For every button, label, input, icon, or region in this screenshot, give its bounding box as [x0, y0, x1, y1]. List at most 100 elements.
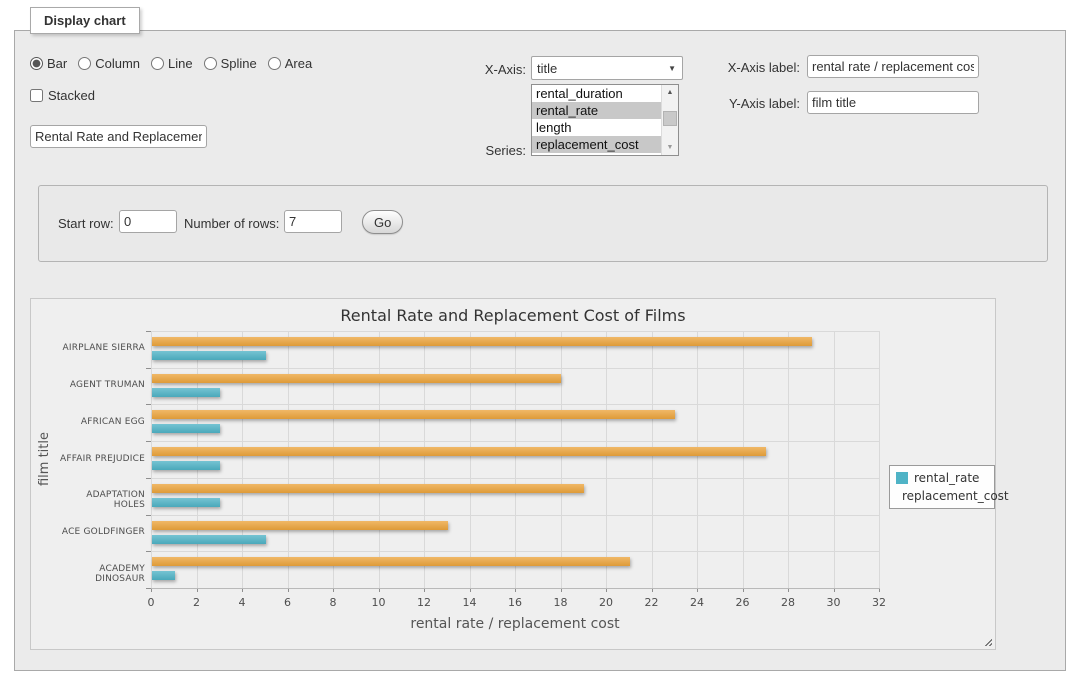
scroll-up-icon[interactable]: ▲: [662, 85, 678, 100]
bar-replacement_cost[interactable]: [152, 374, 561, 383]
x-tick-label: 8: [313, 596, 353, 609]
series-option-rental_rate[interactable]: rental_rate: [532, 102, 661, 119]
chart-type-radio-spline[interactable]: [204, 57, 217, 70]
x-gridline: [242, 331, 243, 588]
legend-swatch: [896, 472, 908, 484]
start-row-input[interactable]: [119, 210, 177, 233]
x-axis-selected-value: title: [537, 61, 557, 76]
x-gridline: [788, 331, 789, 588]
y-tick: [146, 368, 151, 369]
chart-type-option-area[interactable]: Area: [268, 56, 312, 71]
chart-type-option-spline[interactable]: Spline: [204, 56, 257, 71]
chart-type-option-label: Spline: [221, 56, 257, 71]
bar-replacement_cost[interactable]: [152, 447, 766, 456]
chart-type-option-bar[interactable]: Bar: [30, 56, 67, 71]
x-tick-label: 30: [814, 596, 854, 609]
y-tick: [146, 441, 151, 442]
go-button[interactable]: Go: [362, 210, 403, 234]
legend-item-replacement_cost[interactable]: replacement_cost: [896, 489, 990, 503]
y-gridline: [151, 478, 879, 479]
x-tick-label: 10: [359, 596, 399, 609]
legend-label: replacement_cost: [902, 489, 1009, 503]
x-axis-select[interactable]: title ▼: [531, 56, 683, 80]
y-axis-label-label: Y-Axis label:: [716, 96, 800, 111]
bar-rental_rate[interactable]: [152, 388, 220, 397]
chart-legend: rental_rate replacement_cost: [889, 465, 995, 509]
dropdown-arrow-icon: ▼: [668, 64, 676, 73]
category-label: ACE GOLDFINGER: [53, 527, 145, 537]
x-tick-label: 4: [222, 596, 262, 609]
x-gridline: [561, 331, 562, 588]
x-axis-line: [151, 588, 880, 589]
x-gridline: [606, 331, 607, 588]
y-gridline: [151, 404, 879, 405]
x-tick-label: 20: [586, 596, 626, 609]
bar-rental_rate[interactable]: [152, 571, 175, 580]
scrollbar-thumb[interactable]: [663, 111, 677, 126]
chart-type-radio-line[interactable]: [151, 57, 164, 70]
bar-rental_rate[interactable]: [152, 535, 266, 544]
number-of-rows-label: Number of rows:: [184, 216, 279, 231]
y-gridline: [151, 331, 879, 332]
chart-title-input[interactable]: [30, 125, 207, 148]
y-gridline: [151, 515, 879, 516]
stacked-checkbox-row[interactable]: Stacked: [30, 88, 95, 103]
stacked-checkbox[interactable]: [30, 89, 43, 102]
chart-type-radio-column[interactable]: [78, 57, 91, 70]
bar-rental_rate[interactable]: [152, 424, 220, 433]
x-axis-select-label: X-Axis:: [452, 62, 526, 77]
x-gridline: [834, 331, 835, 588]
page: Display chart Bar Column Line Spline Area St…: [0, 0, 1081, 681]
y-tick: [146, 404, 151, 405]
bar-replacement_cost[interactable]: [152, 521, 448, 530]
category-label: AFFAIR PREJUDICE: [53, 454, 145, 464]
legend-item-rental_rate[interactable]: rental_rate: [896, 471, 990, 485]
number-of-rows-input[interactable]: [284, 210, 342, 233]
x-gridline: [470, 331, 471, 588]
panel-title: Display chart: [30, 7, 140, 34]
bar-rental_rate[interactable]: [152, 498, 220, 507]
y-tick: [146, 331, 151, 332]
series-option-rental_duration[interactable]: rental_duration: [532, 85, 661, 102]
x-axis-label-label: X-Axis label:: [716, 60, 800, 75]
chart-title: Rental Rate and Replacement Cost of Film…: [31, 306, 995, 325]
x-gridline: [515, 331, 516, 588]
x-axis-title: rental rate / replacement cost: [151, 616, 879, 632]
category-label: ACADEMY DINOSAUR: [53, 564, 145, 584]
bar-rental_rate[interactable]: [152, 461, 220, 470]
bar-replacement_cost[interactable]: [152, 484, 584, 493]
x-tick-label: 28: [768, 596, 808, 609]
y-tick: [146, 515, 151, 516]
scroll-down-icon[interactable]: ▼: [662, 140, 678, 155]
bar-replacement_cost[interactable]: [152, 337, 812, 346]
bar-replacement_cost[interactable]: [152, 557, 630, 566]
x-gridline: [652, 331, 653, 588]
stacked-label: Stacked: [48, 88, 95, 103]
y-axis-label-input[interactable]: [807, 91, 979, 114]
chart-type-radio-area[interactable]: [268, 57, 281, 70]
chart-type-radios: Bar Column Line Spline Area: [30, 56, 312, 71]
x-tick-label: 32: [859, 596, 899, 609]
series-option-length[interactable]: length: [532, 119, 661, 136]
resize-handle-icon[interactable]: [982, 636, 992, 646]
x-tick-label: 14: [450, 596, 490, 609]
category-label: AIRPLANE SIERRA: [53, 343, 145, 353]
x-tick-label: 16: [495, 596, 535, 609]
y-gridline: [151, 551, 879, 552]
x-gridline: [288, 331, 289, 588]
x-tick-label: 18: [541, 596, 581, 609]
bar-replacement_cost[interactable]: [152, 410, 675, 419]
x-tick-label: 2: [177, 596, 217, 609]
series-multiselect[interactable]: rental_durationrental_ratelengthreplacem…: [531, 84, 679, 156]
bar-rental_rate[interactable]: [152, 351, 266, 360]
x-tick-label: 12: [404, 596, 444, 609]
chart-type-option-label: Bar: [47, 56, 67, 71]
chart-type-option-line[interactable]: Line: [151, 56, 193, 71]
x-tick-label: 6: [268, 596, 308, 609]
series-option-replacement_cost[interactable]: replacement_cost: [532, 136, 661, 153]
series-list-scrollbar[interactable]: ▲ ▼: [661, 85, 678, 155]
category-label: AFRICAN EGG: [53, 417, 145, 427]
chart-type-radio-bar[interactable]: [30, 57, 43, 70]
x-axis-label-input[interactable]: [807, 55, 979, 78]
chart-type-option-column[interactable]: Column: [78, 56, 140, 71]
